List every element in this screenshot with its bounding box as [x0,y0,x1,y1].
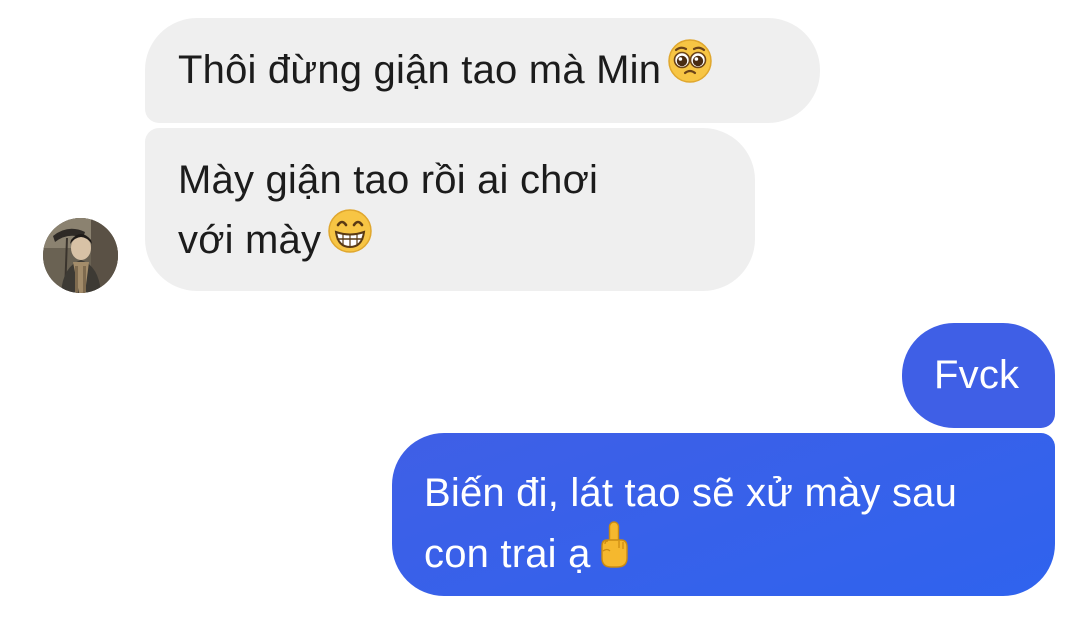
pleading-face-icon [667,38,713,101]
message-text-line: với mày [178,218,322,262]
incoming-message-bubble[interactable]: Mày giận tao rồi ai chơi với mày [145,128,755,291]
outgoing-message-bubble[interactable]: Biến đi, lát tao sẽ xử mày sau con trai … [392,433,1055,596]
outgoing-message-bubble[interactable]: Fvck [902,323,1055,428]
avatar-photo [43,218,118,293]
middle-finger-icon [597,520,631,587]
incoming-message-bubble[interactable]: Thôi đừng giận tao mà Min [145,18,820,123]
message-text: Thôi đừng giận tao mà Min [178,48,662,92]
grinning-face-icon [327,208,373,271]
contact-avatar[interactable] [43,218,118,293]
message-text-line: Mày giận tao rồi ai chơi [178,158,599,202]
message-text: Fvck [934,353,1020,397]
message-text-line: con trai ạ [424,532,591,577]
message-text-line: Biến đi, lát tao sẽ xử mày sau [424,471,958,515]
